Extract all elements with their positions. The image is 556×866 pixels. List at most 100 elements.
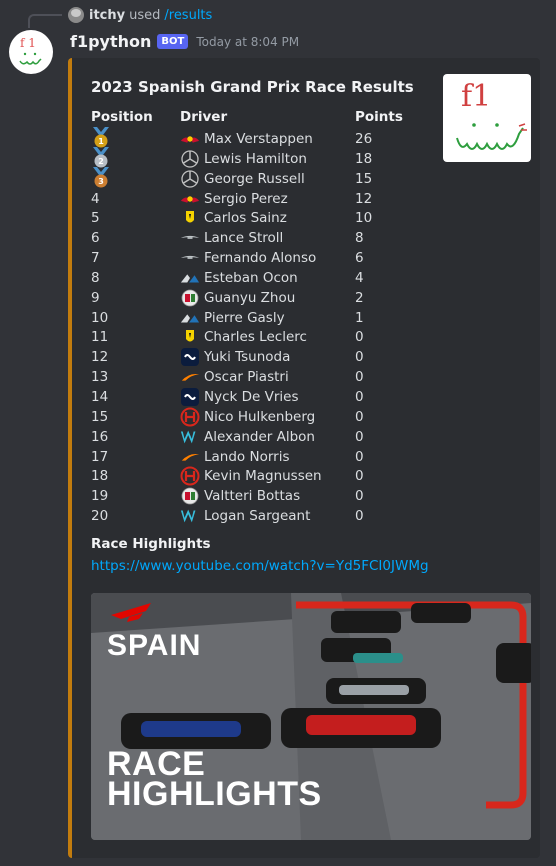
alfa-romeo-icon xyxy=(180,289,200,307)
embed-thumbnail[interactable]: f1 xyxy=(443,74,531,162)
driver-name: Guanyu Zhou xyxy=(204,289,296,306)
points-cell: 0 xyxy=(355,428,364,445)
points-cell: 0 xyxy=(355,388,364,405)
points-cell: 0 xyxy=(355,408,364,425)
video-text-spain: SPAIN xyxy=(107,629,202,662)
reply-spine xyxy=(28,14,62,28)
alphatauri-icon xyxy=(180,348,200,367)
result-row: 7 Fernando Alonso 6 xyxy=(91,249,431,269)
driver-name: Kevin Magnussen xyxy=(204,468,322,485)
williams-icon xyxy=(180,508,200,524)
reply-command[interactable]: /results xyxy=(164,8,212,23)
points-cell: 0 xyxy=(355,329,364,346)
driver-cell: Guanyu Zhou xyxy=(180,289,296,307)
points-cell: 2 xyxy=(355,289,364,306)
position-cell: 15 xyxy=(91,408,109,425)
driver-cell: Yuki Tsunoda xyxy=(180,348,291,367)
ferrari-icon xyxy=(180,329,200,345)
result-row: 9 Guanyu Zhou 2 xyxy=(91,289,431,309)
points-cell: 0 xyxy=(355,468,364,485)
result-row: 2 Lewis Hamilton 18 xyxy=(91,146,431,170)
alphatauri-icon xyxy=(180,387,200,406)
mclaren-icon xyxy=(180,449,200,465)
position-cell: 17 xyxy=(91,448,109,465)
message-timestamp[interactable]: Today at 8:04 PM xyxy=(196,35,299,49)
results-table: 1 Max Verstappen 26 2 Lewis Hamilton 18 3 Georg… xyxy=(91,127,431,527)
haas-icon xyxy=(180,466,200,486)
message-header: f1python BOT Today at 8:04 PM xyxy=(70,32,299,51)
aston-martin-icon xyxy=(180,250,200,266)
result-row: 6 Lance Stroll 8 xyxy=(91,229,431,249)
haas-icon xyxy=(180,407,200,427)
ferrari-icon xyxy=(180,210,200,226)
driver-name: Carlos Sainz xyxy=(204,210,287,227)
aston-martin-icon xyxy=(180,230,200,246)
driver-name: Alexander Albon xyxy=(204,428,315,445)
driver-name: Nico Hulkenberg xyxy=(204,408,316,425)
result-row: 12 Yuki Tsunoda 0 xyxy=(91,348,431,368)
driver-name: Yuki Tsunoda xyxy=(204,349,291,366)
points-cell: 0 xyxy=(355,349,364,366)
alpine-icon xyxy=(180,270,200,286)
position-cell: 9 xyxy=(91,289,100,306)
driver-name: Esteban Ocon xyxy=(204,269,298,286)
position-cell: 19 xyxy=(91,488,109,505)
driver-name: Fernando Alonso xyxy=(204,250,317,267)
embed-title: 2023 Spanish Grand Prix Race Results xyxy=(91,78,414,96)
medal-number: 2 xyxy=(98,157,104,166)
medal-number: 3 xyxy=(98,177,104,186)
video-text-race: RACE HIGHLIGHTS xyxy=(107,747,322,811)
mclaren-icon xyxy=(180,369,200,385)
driver-cell: Pierre Gasly xyxy=(180,310,285,326)
driver-cell: Carlos Sainz xyxy=(180,210,287,226)
driver-name: Lance Stroll xyxy=(204,230,284,247)
position-cell: 10 xyxy=(91,309,109,326)
position-cell: 6 xyxy=(91,230,100,247)
result-row: 5 Carlos Sainz 10 xyxy=(91,209,431,229)
driver-name: Lando Norris xyxy=(204,448,290,465)
red-bull-icon xyxy=(180,131,200,147)
position-cell: 18 xyxy=(91,468,109,485)
reply-verb: used xyxy=(129,7,161,23)
highlights-link[interactable]: https://www.youtube.com/watch?v=Yd5FCI0J… xyxy=(91,558,429,574)
alpine-icon xyxy=(180,310,200,326)
points-cell: 6 xyxy=(355,250,364,267)
result-row: 1 Max Verstappen 26 xyxy=(91,127,431,150)
position-cell: 8 xyxy=(91,269,100,286)
points-cell: 26 xyxy=(355,131,373,147)
position-cell: 7 xyxy=(91,250,100,267)
driver-cell: Nyck De Vries xyxy=(180,387,299,406)
results-embed: 2023 Spanish Grand Prix Race Results f1 … xyxy=(68,58,540,858)
driver-cell: Sergio Perez xyxy=(180,191,288,207)
driver-cell: Lewis Hamilton xyxy=(180,150,307,168)
thumbnail-text: f1 xyxy=(461,79,491,114)
driver-cell: Charles Leclerc xyxy=(180,329,307,345)
driver-name: Oscar Piastri xyxy=(204,369,289,386)
points-cell: 18 xyxy=(355,150,373,167)
result-row: 3 George Russell 15 xyxy=(91,166,431,190)
result-row: 17 Lando Norris 0 xyxy=(91,448,431,468)
points-cell: 1 xyxy=(355,309,364,326)
reply-user-avatar[interactable] xyxy=(68,7,84,23)
result-row: 20 Logan Sargeant 0 xyxy=(91,507,431,527)
bot-avatar[interactable]: f 1 xyxy=(9,30,53,74)
driver-name: Lewis Hamilton xyxy=(204,150,307,167)
bot-badge: BOT xyxy=(157,34,189,49)
position-cell: 14 xyxy=(91,388,109,405)
driver-name: Logan Sargeant xyxy=(204,508,311,525)
reply-context[interactable]: itchy used /results xyxy=(28,6,212,28)
position-cell: 4 xyxy=(91,190,100,207)
highlights-video[interactable]: SPAIN RACE HIGHLIGHTS xyxy=(91,593,531,840)
driver-name: George Russell xyxy=(204,170,305,187)
bot-username[interactable]: f1python xyxy=(70,32,151,51)
driver-name: Pierre Gasly xyxy=(204,309,285,326)
position-cell: 12 xyxy=(91,349,109,366)
result-row: 4 Sergio Perez 12 xyxy=(91,190,431,210)
driver-name: Nyck De Vries xyxy=(204,388,299,405)
reply-username[interactable]: itchy xyxy=(89,8,125,23)
svg-text:f 1: f 1 xyxy=(20,36,36,50)
position-cell: 13 xyxy=(91,369,109,386)
driver-cell: Lando Norris xyxy=(180,449,289,465)
red-bull-icon xyxy=(180,191,200,207)
bronze-medal-icon: 3 xyxy=(91,166,111,189)
